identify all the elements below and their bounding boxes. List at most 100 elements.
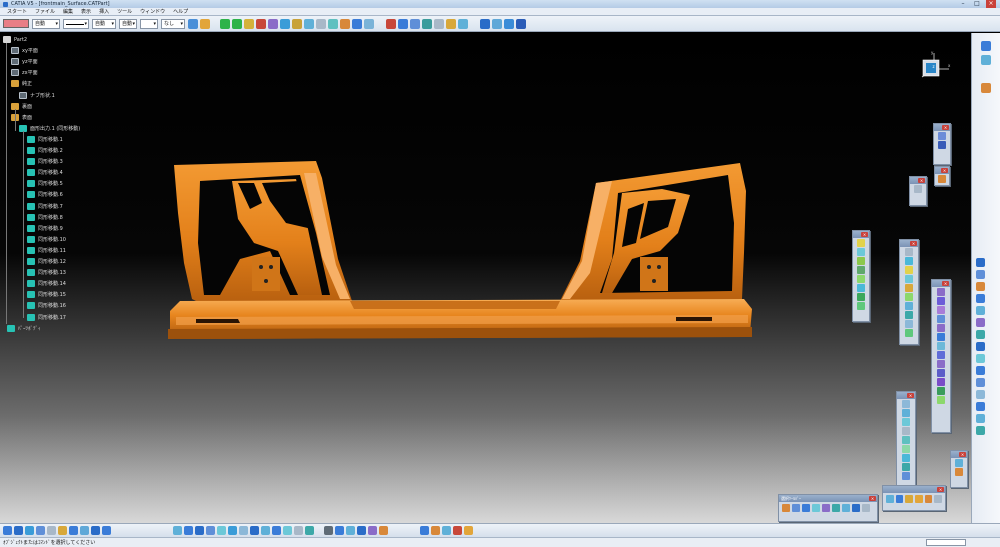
shape-icon[interactable]	[857, 293, 865, 301]
standard-tool-icon[interactable]	[431, 526, 440, 535]
curve-tool-icon[interactable]	[902, 427, 910, 435]
workbench-icon[interactable]	[480, 18, 490, 29]
standard-tool-icon[interactable]	[217, 526, 226, 535]
standard-tool-icon[interactable]	[250, 526, 259, 535]
operation-icon[interactable]	[937, 378, 945, 386]
shape-icon[interactable]	[857, 302, 865, 310]
minimize-button[interactable]: –	[958, 0, 968, 8]
standard-tool-icon[interactable]	[420, 526, 429, 535]
standard-tool-icon[interactable]	[379, 526, 388, 535]
select-icon[interactable]	[782, 504, 790, 512]
curve-tool-icon[interactable]	[902, 463, 910, 471]
standard-tool-icon[interactable]	[206, 526, 215, 535]
operation-icon[interactable]	[937, 315, 945, 323]
constraint-icon[interactable]	[516, 18, 526, 29]
tool-icon[interactable]	[924, 495, 933, 503]
standard-tool-icon[interactable]	[58, 526, 67, 535]
palette-curves[interactable]: ×	[896, 391, 916, 491]
standard-tool-icon[interactable]	[294, 526, 303, 535]
properties-icon[interactable]	[200, 18, 210, 29]
palette-view-tools[interactable]: ×	[933, 123, 951, 165]
surface-tool-icon[interactable]	[905, 266, 913, 274]
filter-combo[interactable]: なし	[161, 18, 185, 29]
boundary-icon[interactable]	[458, 18, 468, 29]
sketch-tool-icon[interactable]	[981, 55, 991, 65]
spline-icon[interactable]	[268, 18, 278, 29]
standard-tool-icon[interactable]	[239, 526, 248, 535]
shape-icon[interactable]	[857, 284, 865, 292]
analysis-icon[interactable]	[364, 18, 374, 29]
view-icon[interactable]	[938, 132, 946, 140]
standard-tool-icon[interactable]	[173, 526, 182, 535]
lock-icon[interactable]	[244, 18, 254, 29]
join-icon[interactable]	[316, 18, 326, 29]
sketch-tool-icon[interactable]	[981, 83, 991, 93]
trim-icon[interactable]	[446, 18, 456, 29]
extract-icon[interactable]	[328, 18, 338, 29]
standard-tool-icon[interactable]	[25, 526, 34, 535]
select-icon[interactable]	[802, 504, 810, 512]
standard-tool-icon[interactable]	[228, 526, 237, 535]
operation-icon[interactable]	[937, 351, 945, 359]
grid-icon[interactable]	[938, 141, 946, 149]
standard-tool-icon[interactable]	[80, 526, 89, 535]
standard-tool-icon[interactable]	[368, 526, 377, 535]
standard-tool-icon[interactable]	[283, 526, 292, 535]
palette-close-button[interactable]: ×	[941, 168, 948, 173]
tool-icon[interactable]	[895, 495, 904, 503]
bumper-part-model[interactable]	[0, 33, 971, 523]
tool-icon[interactable]	[955, 459, 963, 467]
3d-viewport[interactable]: Part2 xy平面 yz平面 zx平面 純正 ナブ形状.1 裏面 表面 面形出力.1 (同形移…	[0, 33, 971, 523]
operation-icon[interactable]	[937, 387, 945, 395]
operation-icon[interactable]	[937, 396, 945, 404]
menu-edit[interactable]: 編集	[59, 8, 77, 15]
operation-icon[interactable]	[937, 333, 945, 341]
lineweight-combo[interactable]: 自動	[92, 18, 116, 29]
surface-tool-icon[interactable]	[905, 275, 913, 283]
palette-operations[interactable]: ×	[931, 279, 951, 433]
painter-icon[interactable]	[188, 18, 198, 29]
update-icon[interactable]	[492, 18, 502, 29]
operation-icon[interactable]	[937, 369, 945, 377]
shape-icon[interactable]	[857, 239, 865, 247]
standard-tool-icon[interactable]	[14, 526, 23, 535]
shape-icon[interactable]	[857, 266, 865, 274]
sketch-tool-icon[interactable]	[976, 378, 985, 387]
standard-tool-icon[interactable]	[464, 526, 473, 535]
select-icon[interactable]	[792, 504, 800, 512]
standard-tool-icon[interactable]	[91, 526, 100, 535]
sketch-tool-icon[interactable]	[976, 270, 985, 279]
tool-icon[interactable]	[938, 175, 946, 183]
menu-help[interactable]: ヘルプ	[169, 8, 192, 15]
sketch-tool-icon[interactable]	[976, 414, 985, 423]
point-icon[interactable]	[256, 18, 266, 29]
select-icon[interactable]	[832, 504, 840, 512]
shape-icon[interactable]	[857, 248, 865, 256]
shape-icon[interactable]	[857, 257, 865, 265]
tool-icon[interactable]	[886, 495, 894, 503]
menu-start[interactable]: スタート	[3, 8, 31, 15]
standard-tool-icon[interactable]	[346, 526, 355, 535]
operation-icon[interactable]	[937, 288, 945, 296]
palette-close-button[interactable]: ×	[937, 487, 944, 492]
standard-tool-icon[interactable]	[3, 526, 12, 535]
sketch-tool-icon[interactable]	[976, 366, 985, 375]
sweep-icon[interactable]	[292, 18, 302, 29]
operation-icon[interactable]	[937, 324, 945, 332]
palette-close-button[interactable]: ×	[910, 241, 917, 246]
surface-tool-icon[interactable]	[905, 302, 913, 310]
surface-icon[interactable]	[280, 18, 290, 29]
curve-tool-icon[interactable]	[902, 472, 910, 480]
tool-icon[interactable]	[915, 495, 923, 503]
palette-close-button[interactable]: ×	[861, 232, 868, 237]
command-input[interactable]	[926, 539, 966, 546]
standard-tool-icon[interactable]	[453, 526, 462, 535]
palette-close-button[interactable]: ×	[959, 452, 966, 457]
operation-icon[interactable]	[937, 297, 945, 305]
palette-close-button[interactable]: ×	[942, 125, 949, 130]
standard-tool-icon[interactable]	[272, 526, 281, 535]
curve-tool-icon[interactable]	[902, 418, 910, 426]
menu-tools[interactable]: ツール	[113, 8, 136, 15]
sketch-tool-icon[interactable]	[976, 258, 985, 267]
surface-tool-icon[interactable]	[905, 248, 913, 256]
